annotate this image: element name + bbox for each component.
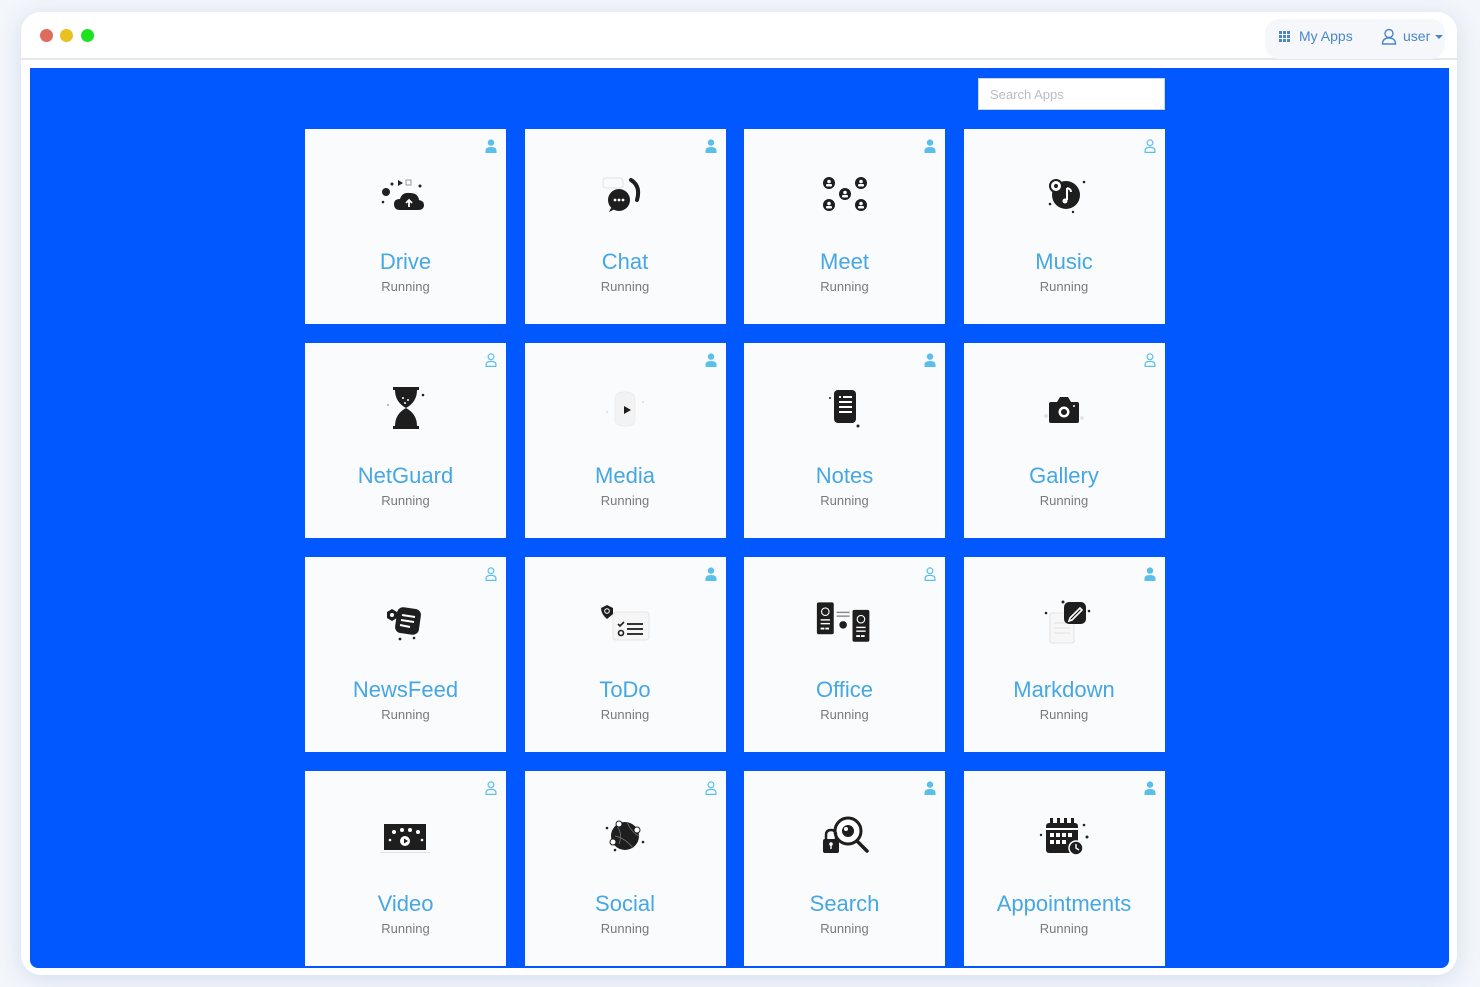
my-apps-link[interactable]: My Apps: [1279, 26, 1353, 46]
app-status: Running: [600, 921, 650, 936]
app-status: Running: [381, 493, 430, 508]
search-apps-input[interactable]: [978, 78, 1165, 110]
app-status: Running: [820, 279, 869, 294]
app-name: Notes: [815, 463, 874, 488]
apps-dashboard: Drive Running Chat Running Meet Running …: [30, 68, 1449, 968]
app-card-netguard[interactable]: NetGuard Running: [305, 343, 506, 538]
user-outline-icon: [485, 781, 497, 795]
app-card-markdown[interactable]: Markdown Running: [963, 557, 1165, 752]
app-card-search[interactable]: Search Running: [744, 771, 945, 966]
my-apps-label: My Apps: [1299, 28, 1353, 44]
user-filled-icon: [924, 781, 936, 795]
app-name: Meet: [820, 249, 869, 274]
app-name: Office: [815, 677, 874, 702]
app-name: Appointments: [996, 891, 1132, 916]
checklist-icon: [595, 599, 655, 645]
app-status: Running: [820, 921, 869, 936]
app-status: Running: [600, 493, 650, 508]
app-status: Running: [820, 493, 869, 508]
edit-pencil-icon: [1034, 599, 1094, 645]
user-outline-icon: [924, 567, 936, 581]
app-name: NetGuard: [357, 463, 454, 488]
app-card-newsfeed[interactable]: NewsFeed Running: [305, 557, 506, 752]
app-card-social[interactable]: Social Running: [524, 771, 726, 966]
chat-bubble-phone-icon: [595, 171, 655, 217]
app-card-gallery[interactable]: Gallery Running: [963, 343, 1165, 538]
hourglass-icon: [376, 385, 436, 431]
grid-icon: [1279, 30, 1290, 42]
user-filled-icon: [924, 139, 936, 153]
app-card-music[interactable]: Music Running: [963, 129, 1165, 324]
app-name: Gallery: [1029, 463, 1099, 488]
app-grid: Drive Running Chat Running Meet Running …: [305, 129, 1165, 966]
video-player-icon: [376, 813, 436, 859]
app-name: Social: [595, 891, 655, 916]
user-menu-button[interactable]: user: [1381, 26, 1444, 46]
app-name: Search: [809, 891, 880, 916]
user-outline-icon: [1144, 353, 1156, 367]
app-card-video[interactable]: Video Running: [305, 771, 506, 966]
app-status: Running: [1039, 921, 1089, 936]
app-status: Running: [381, 921, 430, 936]
app-name: Video: [377, 891, 434, 916]
office-documents-icon: [815, 599, 875, 645]
app-name: ToDo: [599, 677, 651, 702]
app-card-media[interactable]: Media Running: [524, 343, 726, 538]
app-name: Music: [1035, 249, 1093, 274]
user-filled-icon: [1144, 567, 1156, 581]
chevron-down-icon: [1435, 35, 1444, 39]
app-card-meet[interactable]: Meet Running: [744, 129, 945, 324]
calendar-clock-icon: [1034, 813, 1094, 859]
cloud-upload-icon: [376, 171, 436, 217]
app-status: Running: [1039, 279, 1089, 294]
app-status: Running: [600, 707, 650, 722]
app-card-office[interactable]: Office Running: [744, 557, 945, 752]
app-status: Running: [1039, 493, 1089, 508]
music-disc-icon: [1034, 171, 1094, 217]
notes-document-icon: [815, 385, 875, 431]
user-filled-icon: [705, 139, 717, 153]
people-group-icon: [815, 171, 875, 217]
app-card-chat[interactable]: Chat Running: [524, 129, 726, 324]
user-outline-icon: [1381, 28, 1397, 45]
browser-window: My Apps user Drive Running Chat Running …: [21, 12, 1457, 975]
play-icon: [595, 385, 655, 431]
news-feed-icon: [376, 599, 436, 645]
user-outline-icon: [705, 781, 717, 795]
app-card-notes[interactable]: Notes Running: [744, 343, 945, 538]
app-card-todo[interactable]: ToDo Running: [524, 557, 726, 752]
app-name: Chat: [601, 249, 649, 274]
globe-network-icon: [595, 813, 655, 859]
app-status: Running: [1039, 707, 1089, 722]
app-name: Drive: [379, 249, 432, 274]
close-window-button[interactable]: [40, 29, 53, 42]
app-name: NewsFeed: [352, 677, 459, 702]
user-outline-icon: [485, 353, 497, 367]
camera-icon: [1034, 385, 1094, 431]
user-label: user: [1403, 28, 1431, 44]
app-name: Media: [595, 463, 655, 488]
minimize-window-button[interactable]: [60, 29, 73, 42]
user-filled-icon: [1144, 781, 1156, 795]
title-bar: [21, 12, 1457, 60]
app-card-appointments[interactable]: Appointments Running: [963, 771, 1165, 966]
search-lock-icon: [815, 813, 875, 859]
app-name: Markdown: [1013, 677, 1115, 702]
app-status: Running: [820, 707, 869, 722]
user-outline-icon: [485, 567, 497, 581]
maximize-window-button[interactable]: [81, 29, 94, 42]
user-outline-icon: [1144, 139, 1156, 153]
app-card-drive[interactable]: Drive Running: [305, 129, 506, 324]
user-filled-icon: [485, 139, 497, 153]
app-status: Running: [381, 279, 430, 294]
user-filled-icon: [924, 353, 936, 367]
user-filled-icon: [705, 567, 717, 581]
app-status: Running: [600, 279, 650, 294]
user-filled-icon: [705, 353, 717, 367]
app-status: Running: [381, 707, 430, 722]
